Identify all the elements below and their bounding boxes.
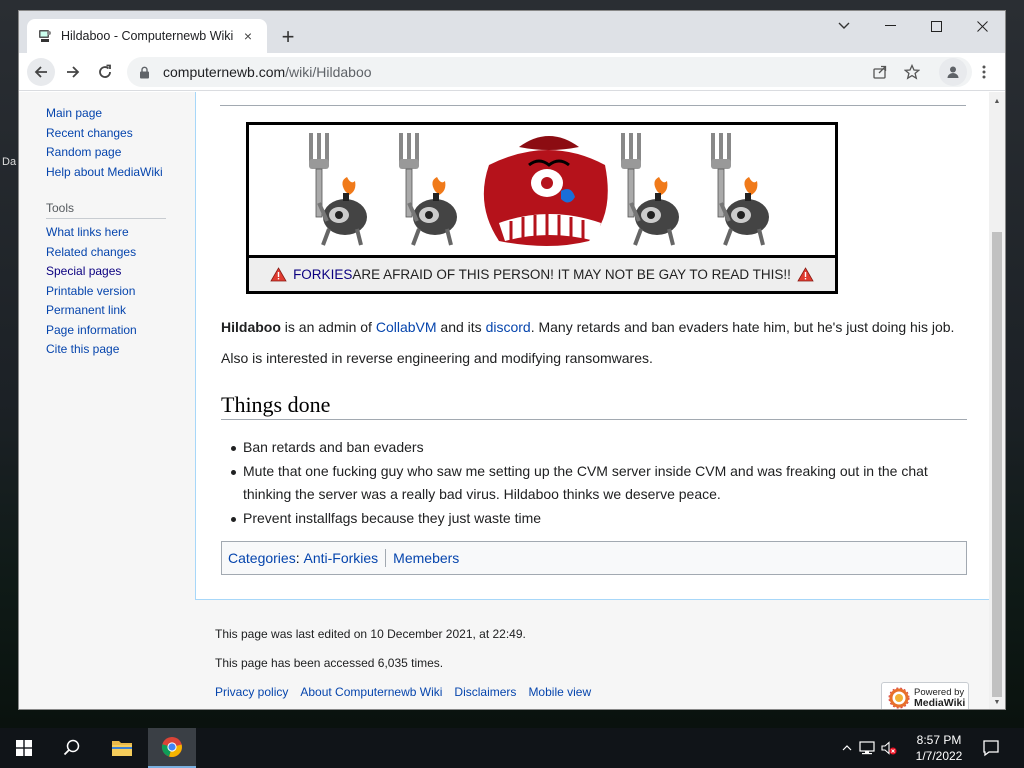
things-done-list: Ban retards and ban evaders Mute that on… [231, 436, 963, 531]
search-icon[interactable] [48, 728, 96, 768]
mediawiki-text: MediaWiki [914, 697, 966, 709]
mediawiki-logo-icon [888, 687, 910, 709]
tab-close-icon[interactable]: × [239, 27, 257, 45]
tab-strip: Hildaboo - Computernewb Wiki × + [19, 11, 1005, 53]
sidebar-item-cite-this-page[interactable]: Cite this page [46, 340, 196, 360]
scrollbar-thumb[interactable] [992, 232, 1002, 697]
reload-icon [99, 64, 111, 78]
categories-link[interactable]: Categories [228, 550, 296, 566]
tools-heading: Tools [46, 201, 166, 219]
sidebar-item-recent-changes[interactable]: Recent changes [46, 124, 196, 144]
reload-button[interactable] [91, 58, 119, 86]
sidebar-item-page-information[interactable]: Page information [46, 321, 196, 341]
browser-toolbar: computernewb.com/wiki/Hildaboo [19, 53, 1005, 91]
url-host: computernewb.com [163, 64, 286, 80]
intro-text: and its [436, 319, 486, 335]
warning-triangle-icon [797, 267, 814, 282]
browser-window: Hildaboo - Computernewb Wiki × + compute… [18, 10, 1006, 710]
taskbar: 8:57 PM 1/7/2022 [0, 728, 1024, 768]
intro-paragraph: Hildaboo is an admin of CollabVM and its… [221, 317, 981, 337]
profile-icon[interactable] [939, 58, 967, 86]
browser-tab[interactable]: Hildaboo - Computernewb Wiki × [27, 19, 267, 53]
footer-links: Privacy policy About Computernewb Wiki D… [215, 685, 591, 699]
banner-caption: FORKIES ARE AFRAID OF THIS PERSON! IT MA… [249, 255, 835, 291]
page-scrollbar[interactable]: ▲ ▼ [989, 92, 1005, 709]
discord-link[interactable]: discord [486, 319, 531, 335]
intro-text: is an admin of [280, 319, 376, 335]
clock-date: 1/7/2022 [915, 749, 963, 763]
arrow-left-icon [34, 66, 47, 78]
sidebar-item-printable-version[interactable]: Printable version [46, 282, 196, 302]
maximize-button[interactable] [913, 11, 959, 41]
back-button[interactable] [27, 58, 55, 86]
file-explorer-icon[interactable] [98, 728, 146, 768]
about-link[interactable]: About Computernewb Wiki [300, 685, 442, 699]
windows-start-icon[interactable] [0, 728, 48, 768]
banner-artwork [307, 131, 771, 247]
powered-by-mediawiki-badge[interactable]: Powered by MediaWiki [881, 682, 969, 709]
sidebar-item-random-page[interactable]: Random page [46, 143, 196, 163]
mobile-view-link[interactable]: Mobile view [528, 685, 591, 699]
new-tab-button[interactable]: + [275, 24, 301, 50]
desktop-icon-label[interactable]: Da [2, 156, 16, 168]
scroll-down-icon[interactable]: ▼ [989, 695, 1005, 709]
sidebar-item-special-pages[interactable]: Special pages [46, 262, 196, 282]
forkies-banner: FORKIES ARE AFRAID OF THIS PERSON! IT MA… [246, 122, 838, 294]
last-edited-text: This page was last edited on 10 December… [215, 627, 526, 641]
lock-icon[interactable] [139, 66, 153, 79]
sidebar: Main page Recent changes Random page Hel… [46, 104, 196, 360]
tab-search-icon[interactable] [821, 11, 867, 41]
close-window-button[interactable] [959, 11, 1005, 41]
star-icon[interactable] [899, 58, 925, 86]
system-tray [838, 728, 900, 768]
network-icon[interactable] [856, 741, 878, 755]
red-mascot-artwork [483, 136, 608, 246]
list-item: Prevent installfags because they just wa… [231, 507, 963, 530]
sidebar-item-help[interactable]: Help about MediaWiki [46, 163, 196, 183]
access-count-text: This page has been accessed 6,035 times. [215, 656, 444, 670]
article-content: FORKIES ARE AFRAID OF THIS PERSON! IT MA… [195, 92, 991, 600]
banner-caption-text: ARE AFRAID OF THIS PERSON! IT MAY NOT BE… [352, 267, 791, 282]
page-viewport: Main page Recent changes Random page Hel… [19, 92, 991, 709]
disclaimers-link[interactable]: Disclaimers [454, 685, 516, 699]
category-memebers[interactable]: Memebers [393, 550, 459, 566]
categories-colon: : [295, 550, 300, 566]
share-icon[interactable] [867, 58, 893, 86]
clock-time: 8:57 PM [916, 733, 962, 747]
minimize-button[interactable] [867, 11, 913, 41]
chrome-icon[interactable] [148, 728, 196, 768]
divider [220, 105, 966, 106]
arrow-right-icon [67, 66, 80, 78]
sidebar-item-main-page[interactable]: Main page [46, 104, 196, 124]
forward-button[interactable] [59, 58, 87, 86]
volume-muted-icon[interactable] [878, 741, 900, 755]
window-controls [821, 11, 1005, 41]
list-item: Mute that one fucking guy who saw me set… [231, 460, 963, 506]
scroll-up-icon[interactable]: ▲ [989, 94, 1005, 108]
warning-triangle-icon [270, 267, 287, 282]
taskbar-clock[interactable]: 8:57 PM 1/7/2022 [906, 732, 972, 764]
sidebar-item-what-links-here[interactable]: What links here [46, 223, 196, 243]
section-heading: Things done [221, 392, 967, 420]
second-paragraph: Also is interested in reverse engineerin… [221, 350, 653, 366]
kebab-menu-icon[interactable] [971, 58, 997, 86]
category-anti-forkies[interactable]: Anti-Forkies [303, 550, 378, 566]
address-bar[interactable]: computernewb.com/wiki/Hildaboo [127, 57, 972, 87]
list-item: Ban retards and ban evaders [231, 436, 963, 459]
divider [385, 549, 387, 567]
intro-text: . Many retards and ban evaders hate him,… [530, 319, 955, 335]
sidebar-item-permanent-link[interactable]: Permanent link [46, 301, 196, 321]
privacy-policy-link[interactable]: Privacy policy [215, 685, 288, 699]
sidebar-item-related-changes[interactable]: Related changes [46, 243, 196, 263]
computernewb-favicon-icon [37, 28, 53, 44]
url-path: /wiki/Hildaboo [285, 64, 372, 80]
chevron-up-icon[interactable] [838, 745, 856, 751]
forkies-link[interactable]: FORKIES [293, 267, 352, 282]
category-links: Categories: Anti-Forkies Memebers [221, 541, 967, 575]
tab-title: Hildaboo - Computernewb Wiki [61, 29, 234, 43]
notifications-icon[interactable] [968, 728, 1014, 768]
collabvm-link[interactable]: CollabVM [376, 319, 437, 335]
article-subject-name: Hildaboo [221, 319, 281, 335]
